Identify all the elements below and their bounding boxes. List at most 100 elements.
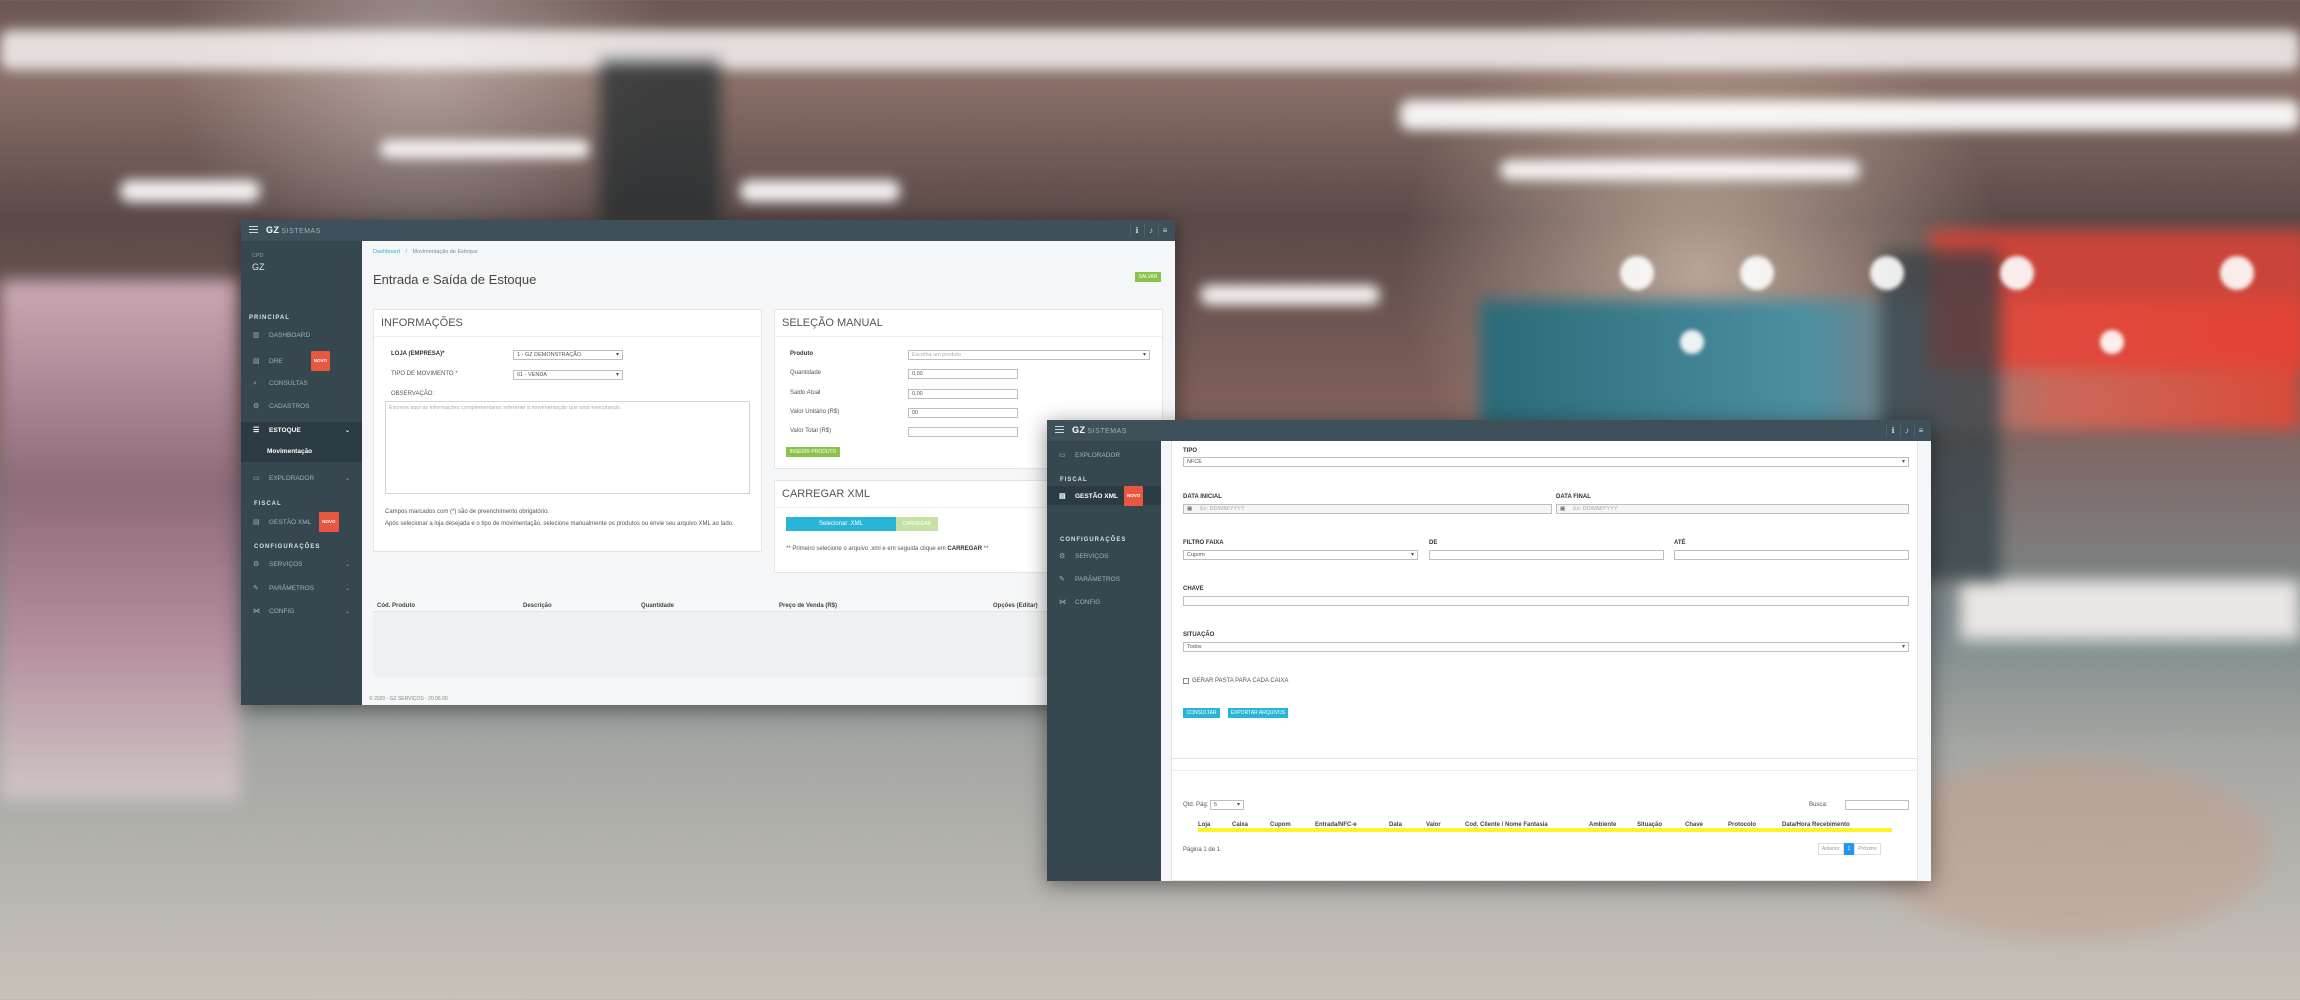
col-data[interactable]: Data [1389,822,1402,828]
valor-unitario-label: Valor Unitário (R$) [790,409,840,415]
page-1-button[interactable]: 1 [1843,843,1855,855]
save-button[interactable]: SALVAR [1135,272,1161,282]
observacao-textarea[interactable]: Escreva aqui as informações complementar… [385,401,750,494]
col-ambiente[interactable]: Ambiente [1589,822,1616,828]
data-final-label: DATA FINAL [1556,494,1591,500]
sidebar-item-parametros[interactable]: ✎ PARÂMETROS [1047,571,1161,589]
col-chave[interactable]: Chave [1685,822,1703,828]
file-icon: ▤ [1059,493,1066,500]
col-descricao[interactable]: Descrição [523,603,552,609]
tipo-select[interactable]: NFCE [1183,457,1909,467]
new-badge: NOVO [319,512,339,532]
sidebar-item-explorador[interactable]: ▭ EXPLORADOR ⌄ [241,470,362,488]
tipo-label: TIPO [1183,448,1198,454]
valor-unitario-input[interactable]: 00 [908,408,1018,418]
quantidade-label: Quantidade [790,370,822,376]
pagination: Anterior 1 Próximo [1818,843,1881,855]
new-badge: NOVO [1123,486,1144,506]
chave-input[interactable] [1183,596,1909,606]
data-inicial-input[interactable]: ▦ Ex: DD/MM/YYYY [1183,504,1552,514]
produto-select[interactable]: Escolha um produto [908,350,1150,360]
list-icon[interactable]: ≡ [1914,424,1927,437]
sidebar-item-estoque[interactable]: ☰ ESTOQUE ⌄ [241,422,362,440]
share-icon: ⋈ [253,608,260,615]
consultar-button[interactable]: CONSULTAR [1183,708,1220,718]
chevron-down-icon: ⌄ [344,428,350,434]
logo: GZ SISTEMAS [1072,425,1127,435]
col-opcoes[interactable]: Opções (Editar) [993,603,1038,609]
qtd-pag-label: Qtd. Pág: [1183,802,1209,808]
user-name: GZ [252,262,265,272]
manual-panel-title: SELEÇÃO MANUAL [775,310,1162,337]
filtro-faixa-select[interactable]: Cupom [1183,550,1418,560]
sidebar-item-explorador[interactable]: ▭ EXPLORADOR [1047,447,1161,465]
tipo-movimento-select[interactable]: 01 - VENDA [513,370,623,380]
col-situacao[interactable]: Situação [1637,822,1662,828]
bell-icon[interactable]: ♪ [1144,224,1157,237]
required-note: Campos marcados com (*) são de preenchim… [385,509,550,515]
sidebar-item-cadastros[interactable]: ⚙ CADASTROS [241,398,362,416]
breadcrumb-home[interactable]: Dashboard [373,249,400,255]
sidebar-item-servicos[interactable]: ⚙ SERVIÇOS ⌄ [241,556,362,574]
menu-toggle-icon[interactable] [249,226,258,233]
situacao-select[interactable]: Todos [1183,642,1909,652]
qtd-pag-select[interactable]: 5 [1210,800,1244,810]
busca-input[interactable] [1845,800,1909,810]
breadcrumb: Dashboard / Movimentação de Estoque [373,249,478,255]
calendar-icon: ▦ [1560,506,1566,512]
produto-label: Produto [790,351,813,357]
valor-total-input[interactable] [908,427,1018,437]
de-input[interactable] [1429,550,1664,560]
list-icon[interactable]: ≡ [1158,224,1171,237]
xml-hint: ** Primeiro selecione o arquivo .xml e e… [786,546,989,552]
list-icon: ☰ [253,427,260,434]
sidebar-item-dre[interactable]: ▤ DRE NOVO [241,351,362,371]
gear-icon: ⚙ [253,403,260,410]
sidebar-item-movimentacao[interactable]: Movimentação [241,443,362,461]
next-page-button[interactable]: Próximo [1854,843,1881,855]
saldo-input[interactable]: 0,00 [908,389,1018,399]
col-cupom[interactable]: Cupom [1270,822,1291,828]
sidebar-item-gestao-xml[interactable]: ▤ GESTÃO XML NOVO [241,512,362,532]
exportar-button[interactable]: EXPORTAR ARQUIVOS [1228,708,1288,718]
prev-page-button[interactable]: Anterior [1818,843,1844,855]
bell-icon[interactable]: ♪ [1900,424,1913,437]
sidebar-item-config[interactable]: ⋈ CONFIG ⌄ [241,603,362,621]
quantidade-input[interactable]: 0,00 [908,369,1018,379]
ate-label: ATÉ [1674,540,1686,546]
sidebar-item-dashboard[interactable]: ▥ DASHBOARD [241,327,362,345]
data-final-input[interactable]: ▦ Ex: DD/MM/YYYY [1556,504,1909,514]
stock-movement-window: GZ SISTEMAS ℹ ♪ ≡ CPD GZ PRINCIPAL ▥ DASHB… [241,220,1175,705]
select-xml-button[interactable]: Selecionar .XML [786,517,896,531]
col-entrada[interactable]: Entrada/NFC-e [1315,822,1357,828]
sidebar-item-parametros[interactable]: ✎ PARÂMETROS ⌄ [241,580,362,598]
footer: © 2020 - GZ SERVIÇOS - 20.06.00 [369,696,448,702]
col-cod-produto[interactable]: Cód. Produto [377,603,415,609]
search-icon: ⌕ [253,380,257,387]
col-protocolo[interactable]: Protocolo [1728,822,1756,828]
col-valor[interactable]: Valor [1426,822,1441,828]
menu-toggle-icon[interactable] [1055,426,1064,433]
gerar-pasta-checkbox[interactable] [1183,678,1189,684]
col-cliente[interactable]: Cod. Cliente / Nome Fantasia [1465,822,1548,828]
info-icon[interactable]: ℹ [1130,224,1143,237]
sidebar-item-consultas[interactable]: ⌕ CONSULTAS [241,375,362,393]
chevron-down-icon: ⌄ [344,609,350,615]
info-icon[interactable]: ℹ [1886,424,1899,437]
loja-select[interactable]: 1 - GZ DEMONSTRAÇÃO [513,350,623,360]
insert-product-button[interactable]: INSERIR PRODUTO [786,447,840,457]
col-caixa[interactable]: Caixa [1232,822,1248,828]
col-loja[interactable]: Loja [1198,822,1210,828]
col-quantidade[interactable]: Quantidade [641,603,674,609]
info-panel-title: INFORMAÇÕES [374,310,761,337]
results-header-bar [1172,759,1917,771]
col-preco-venda[interactable]: Preço de Venda (R$) [779,603,837,609]
sidebar-item-gestao-xml[interactable]: ▤ GESTÃO XML NOVO [1047,486,1161,506]
col-data-hora[interactable]: Data/Hora Recebimento [1782,822,1850,828]
sidebar: CPD GZ PRINCIPAL ▥ DASHBOARD ▤ DRE NOVO ⌕ CO… [241,241,362,705]
gerar-pasta-label: GERAR PASTA PARA CADA CAIXA [1192,678,1289,684]
ate-input[interactable] [1674,550,1909,560]
load-xml-button[interactable]: CARREGAR [896,517,938,531]
sidebar-item-config[interactable]: ⋈ CONFIG [1047,594,1161,612]
sidebar-item-servicos[interactable]: ⚙ SERVIÇOS [1047,548,1161,566]
